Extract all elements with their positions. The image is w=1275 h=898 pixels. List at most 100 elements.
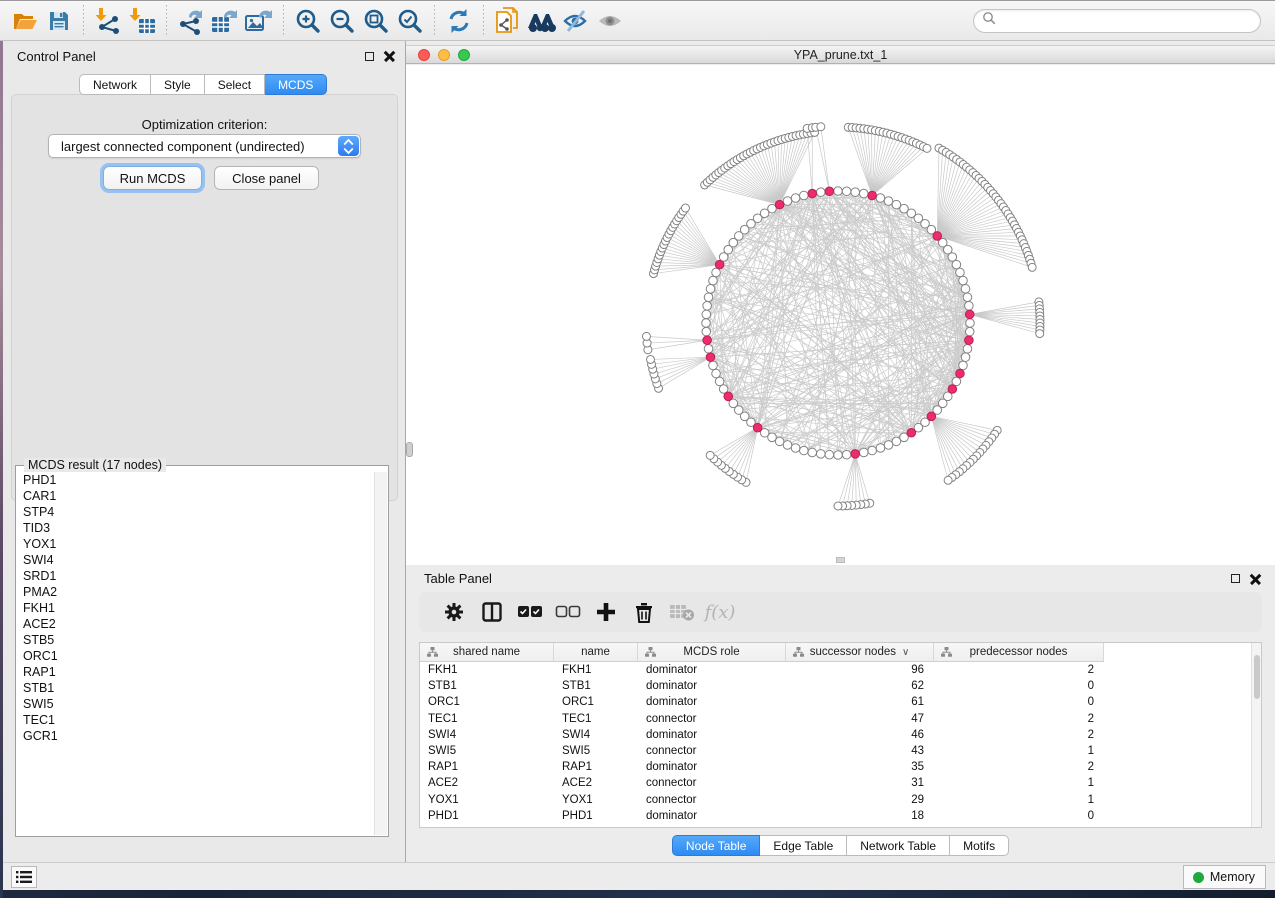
clone-network-icon[interactable] (491, 5, 525, 37)
mcds-pane: Optimization criterion: largest connecte… (11, 94, 398, 501)
table-cell: 0 (934, 810, 1104, 822)
mcds-result-item[interactable]: STP4 (23, 504, 375, 520)
mcds-result-item[interactable]: SRD1 (23, 568, 375, 584)
tab-mcds[interactable]: MCDS (265, 74, 327, 95)
memory-button[interactable]: Memory (1183, 865, 1266, 889)
mcds-result-item[interactable]: YOX1 (23, 536, 375, 552)
task-history-button[interactable] (11, 866, 37, 888)
close-table-panel-icon[interactable] (1250, 573, 1261, 584)
node-table[interactable]: shared namenameMCDS rolesuccessor nodes∨… (419, 642, 1262, 828)
column-header-predecessor-nodes[interactable]: predecessor nodes (934, 643, 1104, 662)
table-scroll-thumb[interactable] (1254, 655, 1260, 699)
optimization-criterion-value: largest connected component (undirected) (61, 139, 305, 154)
mcds-result-item[interactable]: SWI4 (23, 552, 375, 568)
mcds-result-list[interactable]: PHD1CAR1STP4TID3YOX1SWI4SRD1PMA2FKH1ACE2… (17, 472, 375, 835)
import-network-icon[interactable] (91, 5, 125, 37)
toolbar-separator (83, 5, 84, 37)
save-session-icon[interactable] (42, 5, 76, 37)
mcds-result-item[interactable]: GCR1 (23, 728, 375, 744)
show-all-icon[interactable] (593, 5, 627, 37)
tab-style[interactable]: Style (151, 74, 205, 95)
mcds-result-item[interactable]: RAP1 (23, 664, 375, 680)
zoom-in-icon[interactable] (291, 5, 325, 37)
close-panel-icon[interactable] (384, 51, 395, 62)
table-row[interactable]: PHD1PHD1dominator180 (420, 808, 1251, 824)
refresh-layout-icon[interactable] (442, 5, 476, 37)
search-network-icon[interactable] (525, 5, 559, 37)
table-row[interactable]: YOX1YOX1connector291 (420, 792, 1251, 808)
tab-motifs[interactable]: Motifs (950, 835, 1009, 856)
zoom-selected-icon[interactable] (393, 5, 427, 37)
column-header-MCDS-role[interactable]: MCDS role (638, 643, 786, 662)
mcds-result-item[interactable]: CAR1 (23, 488, 375, 504)
search-box[interactable] (973, 9, 1261, 33)
table-cell: 2 (934, 713, 1104, 725)
mcds-result-item[interactable]: SWI5 (23, 696, 375, 712)
tab-network-table[interactable]: Network Table (847, 835, 950, 856)
hide-selected-icon[interactable] (559, 5, 593, 37)
deselect-all-icon[interactable] (549, 595, 587, 629)
show-columns-icon[interactable] (473, 595, 511, 629)
mcds-result-item[interactable]: TEC1 (23, 712, 375, 728)
tab-node-table[interactable]: Node Table (672, 835, 761, 856)
optimization-criterion-select[interactable]: largest connected component (undirected) (48, 134, 361, 158)
network-window-title: YPA_prune.txt_1 (406, 48, 1275, 62)
select-all-icon[interactable] (511, 595, 549, 629)
splitter-scroll-thumb[interactable] (406, 442, 413, 457)
search-input[interactable] (997, 11, 1260, 31)
table-scrollbar[interactable] (1251, 643, 1261, 827)
open-file-icon[interactable] (8, 5, 42, 37)
export-table-icon[interactable] (208, 5, 242, 37)
mcds-result-scrollbar[interactable] (374, 472, 387, 835)
mcds-result-item[interactable]: STB1 (23, 680, 375, 696)
tab-edge-table[interactable]: Edge Table (760, 835, 847, 856)
table-cell: ORC1 (420, 696, 554, 708)
table-row[interactable]: ORC1ORC1dominator610 (420, 694, 1251, 710)
delete-column-icon[interactable] (625, 595, 663, 629)
table-panel-title: Table Panel (424, 571, 492, 586)
node-table-body: FKH1FKH1dominator962STB1STB1dominator620… (420, 662, 1251, 827)
table-row[interactable]: FKH1FKH1dominator962 (420, 662, 1251, 678)
mcds-result-item[interactable]: PHD1 (23, 472, 375, 488)
mcds-result-item[interactable]: PMA2 (23, 584, 375, 600)
sort-chevron-icon: ∨ (902, 647, 909, 658)
run-mcds-button[interactable]: Run MCDS (103, 166, 202, 190)
mcds-result-item[interactable]: FKH1 (23, 600, 375, 616)
network-hscroll-thumb[interactable] (836, 557, 845, 563)
float-table-panel-icon[interactable] (1231, 574, 1240, 583)
table-row[interactable]: TEC1TEC1connector472 (420, 711, 1251, 727)
table-panel: Table Panel (406, 565, 1275, 862)
export-image-icon[interactable] (242, 5, 276, 37)
table-row[interactable]: RAP1RAP1dominator352 (420, 759, 1251, 775)
mcds-result-item[interactable]: TID3 (23, 520, 375, 536)
column-header-shared-name[interactable]: shared name (420, 643, 554, 662)
table-row[interactable]: SWI5SWI5connector431 (420, 743, 1251, 759)
table-row[interactable]: SWI4SWI4dominator462 (420, 727, 1251, 743)
close-panel-button[interactable]: Close panel (214, 166, 319, 190)
table-row[interactable]: ACE2ACE2connector311 (420, 775, 1251, 791)
mcds-result-item[interactable]: ACE2 (23, 616, 375, 632)
node-table-header: shared namenameMCDS rolesuccessor nodes∨… (420, 643, 1104, 662)
mcds-result-item[interactable]: ORC1 (23, 648, 375, 664)
float-panel-icon[interactable] (365, 52, 374, 61)
zoom-fit-icon[interactable] (359, 5, 393, 37)
network-graph[interactable] (406, 65, 1275, 565)
tab-network[interactable]: Network (79, 74, 151, 95)
table-cell: 2 (934, 664, 1104, 676)
table-cell: dominator (638, 664, 786, 676)
add-column-icon[interactable] (587, 595, 625, 629)
mcds-result-item[interactable]: STB5 (23, 632, 375, 648)
network-canvas[interactable] (406, 65, 1275, 565)
export-network-icon[interactable] (174, 5, 208, 37)
table-row[interactable]: STB1STB1dominator620 (420, 678, 1251, 694)
table-cell: SWI5 (554, 745, 638, 757)
column-header-successor-nodes[interactable]: successor nodes∨ (786, 643, 934, 662)
network-window-titlebar[interactable]: YPA_prune.txt_1 (406, 45, 1275, 64)
zoom-out-icon[interactable] (325, 5, 359, 37)
table-cell: PHD1 (420, 810, 554, 822)
select-stepper-icon[interactable] (338, 136, 359, 156)
tab-select[interactable]: Select (205, 74, 265, 95)
column-header-name[interactable]: name (554, 643, 638, 662)
settings-gear-icon[interactable] (435, 595, 473, 629)
import-table-icon[interactable] (125, 5, 159, 37)
